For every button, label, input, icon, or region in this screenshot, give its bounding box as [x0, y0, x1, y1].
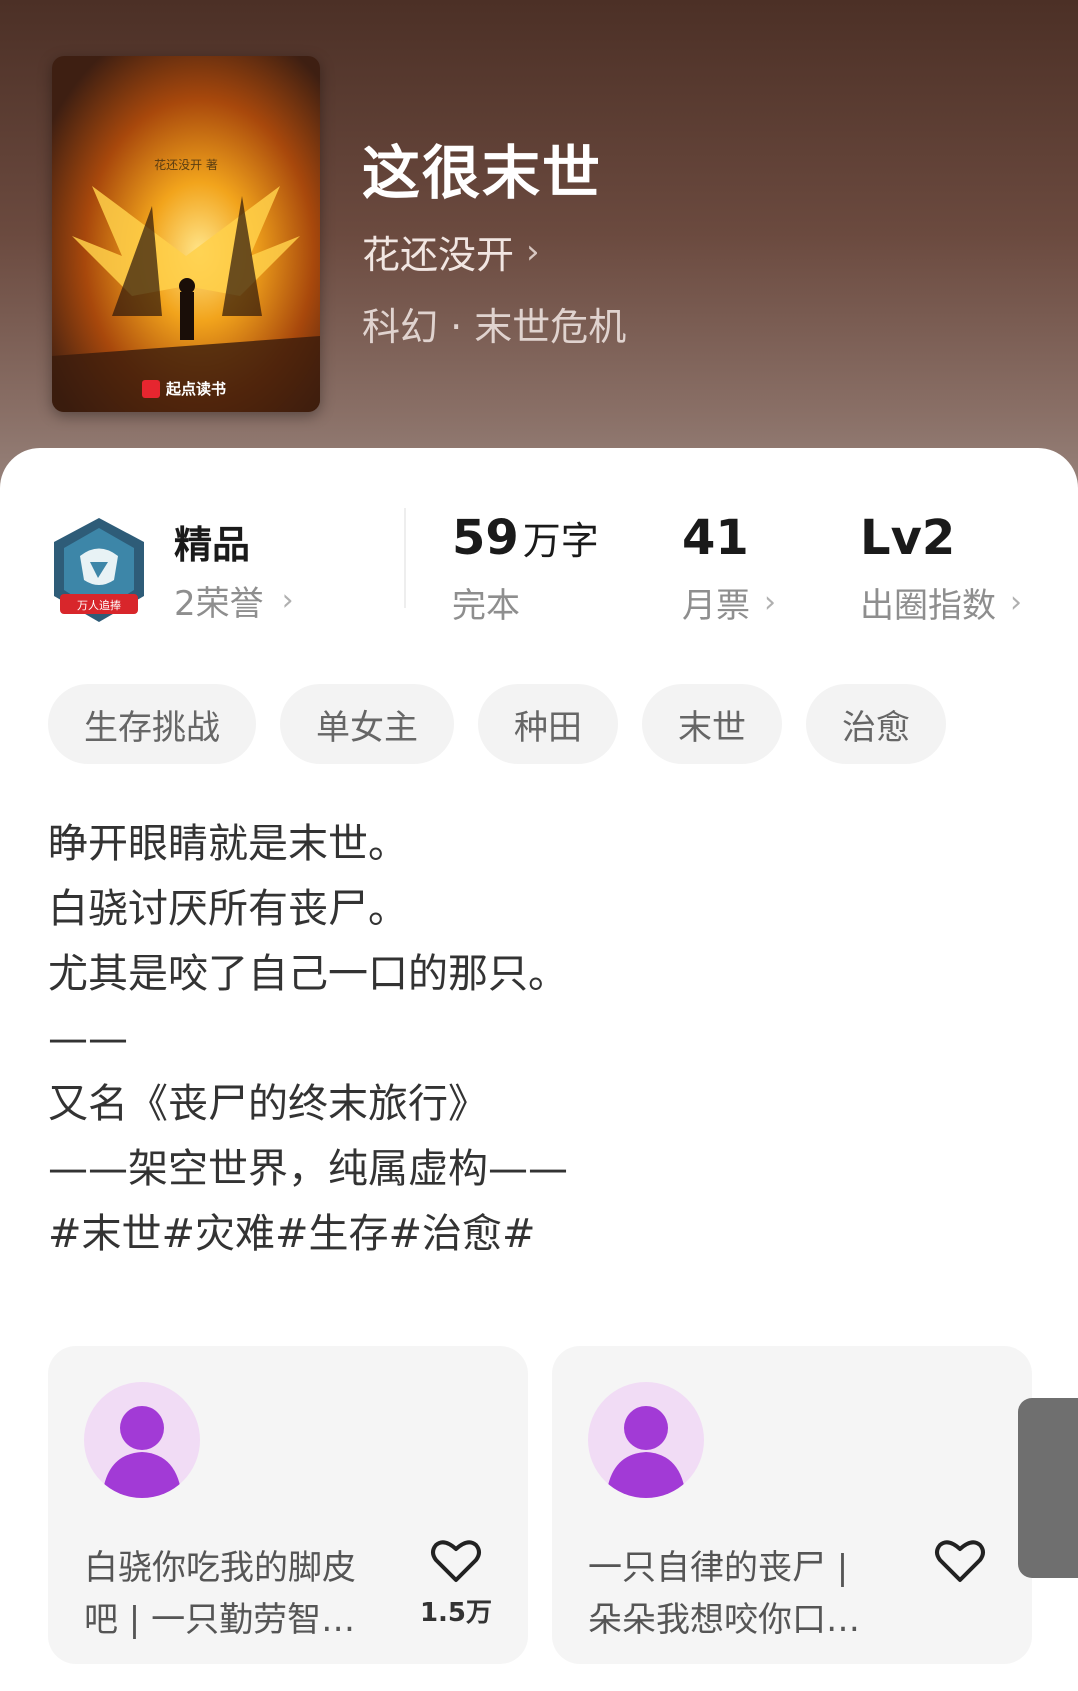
word-count-stat: 59 万字 完本 — [452, 510, 599, 627]
author-link[interactable]: 花还没开 › — [362, 224, 540, 279]
review-card[interactable]: 一只自律的丧尸 | 朵朵我想咬你口… — [552, 1346, 1032, 1664]
honor-link[interactable]: 2荣誉 › — [174, 576, 294, 625]
description-line: #末世#灾难#生存#治愈# — [48, 1211, 536, 1257]
description-line: 睁开眼睛就是末世。 — [48, 821, 408, 867]
description-line: 又名《丧尸的终末旅行》 — [48, 1081, 488, 1127]
book-genre: 科幻 · 末世危机 — [362, 305, 627, 349]
monthly-votes-label: 月票 — [682, 586, 750, 626]
review-card[interactable]: 白骁你吃我的脚皮 吧 | 一只勤劳智… 1.5万 — [48, 1346, 528, 1664]
book-description[interactable]: 睁开眼睛就是末世。 白骁讨厌所有丧尸。 尤其是咬了自己一口的那只。 —— 又名《… — [48, 812, 568, 1267]
review-text: 白骁你吃我的脚皮 吧 | 一只勤劳智… — [84, 1542, 384, 1646]
review-line: 朵朵我想咬你口… — [588, 1600, 860, 1640]
word-count-value: 59 — [452, 510, 519, 566]
review-text: 一只自律的丧尸 | 朵朵我想咬你口… — [588, 1542, 888, 1646]
chevron-right-icon: › — [1010, 585, 1022, 620]
tag-chip[interactable]: 单女主 — [280, 684, 454, 764]
monthly-votes-value: 41 — [682, 510, 749, 566]
tag-chip[interactable]: 种田 — [478, 684, 618, 764]
chevron-right-icon: › — [764, 585, 776, 620]
tag-list: 生存挑战 单女主 种田 末世 治愈 — [48, 684, 946, 764]
tag-chip[interactable]: 治愈 — [806, 684, 946, 764]
description-line: 白骁讨厌所有丧尸。 — [48, 886, 408, 932]
avatar — [588, 1382, 704, 1498]
chevron-right-icon: › — [526, 231, 540, 272]
honor-count: 2荣誉 — [174, 584, 264, 624]
circle-index-stat[interactable]: Lv2 出圈指数 › — [860, 510, 1022, 627]
quality-badge-icon[interactable]: 万人追捧 — [50, 516, 148, 624]
circle-level-value: Lv2 — [860, 510, 956, 566]
monthly-votes-stat[interactable]: 41 月票 › — [682, 510, 776, 627]
heart-icon — [431, 1540, 481, 1582]
description-line: —— — [48, 1016, 128, 1062]
user-avatar-icon — [102, 1406, 182, 1498]
book-header: 花还没开 著 起点读书 这很末世 花还没开 › 科幻 · 末世危机 — [0, 0, 1078, 520]
like-count: 1.5万 — [419, 1598, 493, 1628]
description-line: ——架空世界，纯属虚构—— — [48, 1146, 568, 1192]
user-avatar-icon — [606, 1406, 686, 1498]
cover-author-text: 花还没开 著 — [154, 158, 218, 172]
brand-name: 起点读书 — [166, 380, 227, 398]
tag-chip[interactable]: 生存挑战 — [48, 684, 256, 764]
review-line: 吧 | 一只勤劳智… — [84, 1600, 356, 1640]
avatar — [84, 1382, 200, 1498]
svg-text:万人追捧: 万人追捧 — [77, 598, 121, 612]
cover-brand: 起点读书 — [142, 378, 226, 399]
description-line: 尤其是咬了自己一口的那只。 — [48, 951, 568, 997]
heart-icon — [935, 1540, 985, 1582]
review-line: 白骁你吃我的脚皮 — [84, 1548, 356, 1588]
book-title: 这很末世 — [362, 139, 603, 207]
tag-chip[interactable]: 末世 — [642, 684, 782, 764]
like-button[interactable]: 1.5万 — [416, 1538, 496, 1629]
circle-index-label: 出圈指数 — [860, 586, 996, 626]
book-cover[interactable]: 花还没开 著 起点读书 — [52, 56, 320, 412]
floating-side-tab[interactable] — [1018, 1398, 1078, 1578]
stats-divider — [404, 508, 406, 608]
word-count-unit: 万字 — [522, 519, 599, 563]
quality-label: 精品 — [174, 523, 251, 567]
like-button[interactable] — [920, 1538, 1000, 1592]
cover-artwork — [52, 186, 320, 412]
book-status: 完本 — [452, 586, 520, 626]
brand-logo-icon — [142, 379, 160, 398]
author-name: 花还没开 — [362, 233, 515, 277]
review-line: 一只自律的丧尸 | — [588, 1548, 849, 1588]
chevron-right-icon: › — [281, 583, 294, 618]
